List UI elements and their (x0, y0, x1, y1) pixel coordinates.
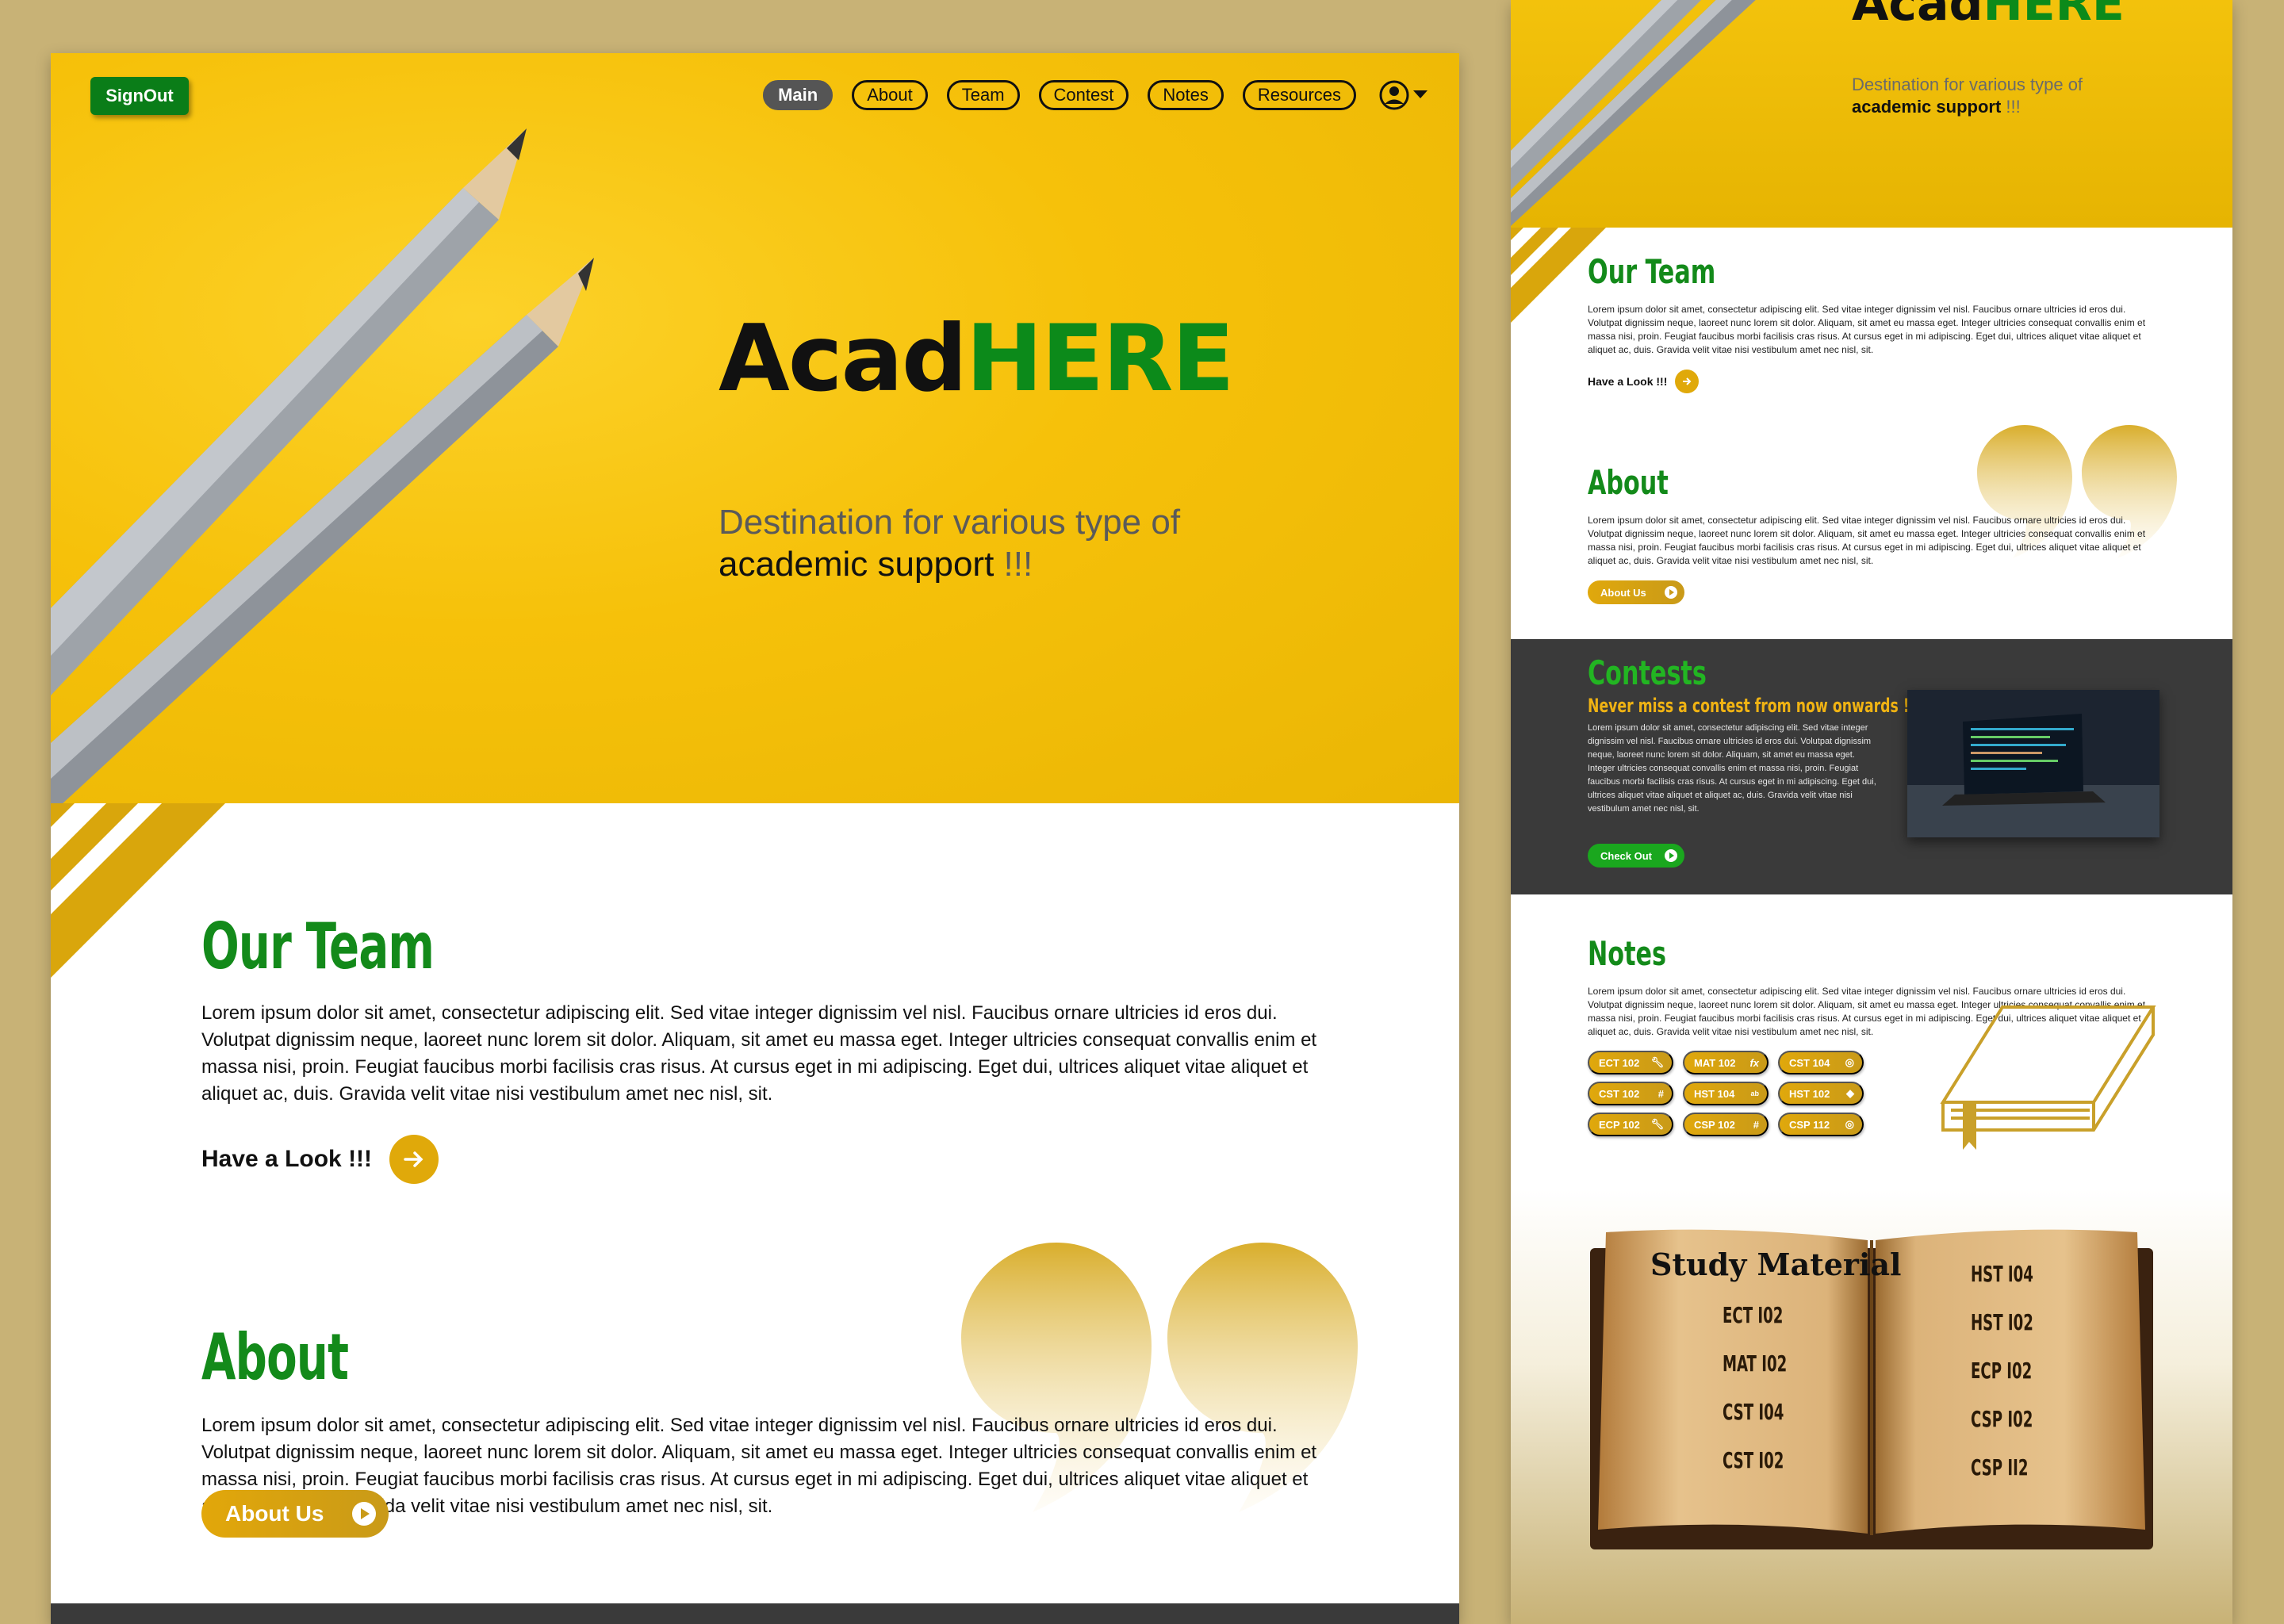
team-text: Lorem ipsum dolor sit amet, consectetur … (201, 1002, 1317, 1105)
team-title: Our Team (1588, 252, 1716, 291)
hero-tagline: Destination for various type of academic… (719, 501, 1274, 585)
study-item[interactable]: HST I02 (1971, 1309, 2033, 1335)
study-item[interactable]: CST I02 (1723, 1447, 1787, 1473)
study-item[interactable]: CSP I02 (1971, 1406, 2033, 1432)
study-material-section: Study Material ECT I02 MAT I02 CST I04 C… (1511, 1189, 2232, 1624)
nav-team[interactable]: Team (946, 80, 1020, 110)
book-outline-decoration (1940, 1005, 2156, 1150)
desktop-preview: SignOut Main About Team Contest Notes Re… (51, 53, 1459, 1624)
notes-title: Notes (1588, 934, 1667, 973)
brand-logo: AcadHERE (719, 305, 1235, 412)
study-item[interactable]: MAT I02 (1723, 1350, 1787, 1377)
nav-notes[interactable]: Notes (1148, 80, 1224, 110)
study-item[interactable]: CST I04 (1723, 1399, 1787, 1425)
study-item[interactable]: ECP I02 (1971, 1358, 2033, 1384)
study-item[interactable]: HST I04 (1971, 1261, 2033, 1287)
tagline-line1: Destination for various type of (719, 503, 1181, 542)
globe-icon: ◎ (1845, 1056, 1854, 1068)
tag-csp-112[interactable]: CSP 112 ◎ (1778, 1113, 1864, 1136)
team-text: Lorem ipsum dolor sit amet, consectetur … (1588, 304, 2146, 355)
study-right-column: HST I04 HST I02 ECP I02 CSP I02 CSP II2 (1971, 1261, 2033, 1480)
contests-section: Contests Never miss a contest from now o… (1511, 639, 2232, 894)
nav-resources[interactable]: Resources (1242, 80, 1356, 110)
play-circle-icon (1665, 849, 1677, 862)
notes-tag-grid: ECT 102 🔧︎ MAT 102 fx CST 104 ◎ CST 102 # HS… (1588, 1051, 1864, 1136)
arrow-right-icon[interactable] (389, 1135, 439, 1184)
hash-icon: # (1753, 1118, 1759, 1131)
have-a-look-label: Have a Look !!! (201, 1146, 373, 1172)
check-out-button[interactable]: Check Out (1588, 844, 1684, 868)
profile-menu[interactable] (1378, 79, 1428, 111)
wrench-icon: 🔧︎ (1650, 1118, 1664, 1130)
nav-contest[interactable]: Contest (1038, 80, 1129, 110)
signout-button[interactable]: SignOut (90, 77, 189, 115)
corner-stripes-decoration (51, 803, 225, 978)
main-nav: Main About Team Contest Notes Resources (763, 79, 1428, 111)
tag-mat-102[interactable]: MAT 102 fx (1683, 1051, 1769, 1074)
user-circle-icon (1379, 80, 1409, 110)
have-a-look-link[interactable]: Have a Look !!! (201, 1135, 439, 1184)
nav-main[interactable]: Main (763, 80, 834, 110)
laptop-image (1907, 690, 2159, 837)
study-material-title: Study Material (1650, 1247, 1902, 1282)
about-title: About (1588, 463, 1669, 502)
tagline-end: !!! (994, 545, 1033, 584)
about-us-button[interactable]: About Us (1588, 580, 1684, 604)
arrow-right-icon[interactable] (1675, 370, 1700, 393)
team-title: Our Team (201, 910, 435, 983)
contests-text: Lorem ipsum dolor sit amet, consectetur … (1588, 723, 1876, 814)
tag-ect-102[interactable]: ECT 102 🔧︎ (1588, 1051, 1673, 1074)
function-icon: fx (1749, 1056, 1759, 1069)
tag-ecp-102[interactable]: ECP 102 🔧︎ (1588, 1113, 1673, 1136)
contests-subtitle: Never miss a contest from now onwards !!… (1588, 695, 1922, 717)
about-text: Lorem ipsum dolor sit amet, consectetur … (1588, 515, 2146, 566)
shield-icon: ◆ (1846, 1087, 1854, 1099)
study-item[interactable]: CSP II2 (1971, 1454, 2033, 1480)
tagline-bold: academic support (719, 545, 994, 584)
play-circle-icon (1665, 586, 1677, 599)
contests-section-edge (51, 1603, 1459, 1624)
brand-logo: AcadHERE (1852, 0, 2125, 32)
study-left-column: ECT I02 MAT I02 CST I04 CST I02 (1723, 1302, 1787, 1473)
hero-section: SignOut Main About Team Contest Notes Re… (51, 53, 1459, 803)
nav-about[interactable]: About (852, 80, 928, 110)
pencils-image (1511, 0, 1756, 226)
study-item[interactable]: ECT I02 (1723, 1302, 1787, 1328)
chevron-down-icon (1413, 90, 1428, 98)
tag-hst-104[interactable]: HST 104 ab (1683, 1082, 1769, 1105)
ab-icon: ab (1750, 1090, 1759, 1097)
play-circle-icon (352, 1502, 376, 1526)
tag-csp-102[interactable]: CSP 102 # (1683, 1113, 1769, 1136)
tag-cst-104[interactable]: CST 104 ◎ (1778, 1051, 1864, 1074)
about-title: About (201, 1320, 349, 1394)
tag-hst-102[interactable]: HST 102 ◆ (1778, 1082, 1864, 1105)
about-us-label: About Us (225, 1501, 324, 1526)
about-us-button[interactable]: About Us (201, 1490, 389, 1538)
pencils-image (51, 128, 594, 803)
globe-icon: ◎ (1845, 1118, 1854, 1130)
wrench-icon: 🔧︎ (1650, 1056, 1664, 1068)
tag-cst-102[interactable]: CST 102 # (1588, 1082, 1673, 1105)
mobile-hero: AcadHERE Destination for various type of… (1511, 0, 2232, 228)
hero-tagline: Destination for various type of academic… (1852, 75, 2083, 117)
contests-title: Contests (1588, 653, 1707, 692)
have-a-look-link[interactable]: Have a Look !!! (1588, 370, 1700, 393)
long-page-preview: AcadHERE Destination for various type of… (1511, 0, 2232, 1624)
hash-icon: # (1657, 1087, 1664, 1100)
